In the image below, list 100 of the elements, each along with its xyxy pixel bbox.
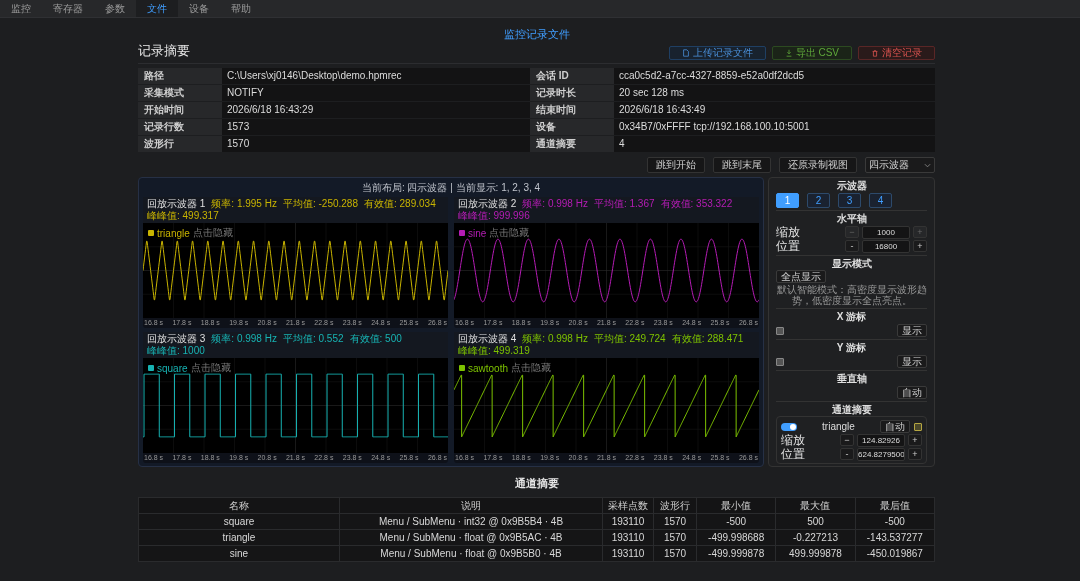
info-label: 开始时间 [138,102,222,118]
table-cell: 1570 [654,546,696,561]
checkbox[interactable] [776,326,784,335]
table-cell: -499.998688 [697,530,776,545]
legend-label[interactable]: triangle [157,227,190,239]
channel-name: triangle [822,421,855,432]
layout-select[interactable]: 四示波器 [865,157,935,173]
auto-button[interactable]: 自动 [897,386,927,399]
tab[interactable]: 监控 [0,0,42,17]
table-cell: 1570 [654,514,696,529]
checkbox[interactable] [914,422,922,431]
clear-button[interactable]: 清空记录 [858,46,935,60]
legend-label[interactable]: sawtooth [468,362,509,374]
export-button[interactable]: 导出 CSV [771,46,852,60]
tab[interactable]: 寄存器 [42,0,94,17]
table-cell: -500 [855,514,934,529]
section-title: Y 游标 [835,342,868,354]
table-cell: 499.999878 [776,546,855,561]
toggle-switch[interactable] [781,422,797,431]
info-value: 2026/6/18 16:43:49 [614,102,935,118]
table-cell: triangle [139,530,339,545]
legend-swatch[interactable] [148,230,154,236]
tab[interactable]: 文件 [136,0,178,17]
table-cell: -143.537277 [855,530,934,545]
scope-title: 回放示波器 1 [147,198,206,210]
stat-text: 峰峰值: 499.317 [147,210,219,222]
increment-button[interactable]: + [913,239,927,252]
increment-button[interactable]: + [908,447,922,460]
decrement-button[interactable]: - [845,239,859,252]
scope-select-button[interactable]: 2 [807,193,830,208]
stat-text: 有效值: 353.322 [660,198,733,210]
stat-text: 频率: 0.998 Hz [211,333,277,345]
section-title: 显示模式 [830,258,873,270]
decrement-button[interactable]: − [840,433,854,446]
field-label: 缩放 [781,431,805,448]
stat-text: 平均值: -250.288 [282,198,358,210]
playback-button[interactable]: 还原录制视图 [779,157,857,173]
field-label: 位置 [781,446,805,463]
info-label: 记录行数 [138,119,222,135]
file-icon [681,49,690,57]
table-cell: Menu / SubMenu · int32 @ 0x9B5B4 · 4B [340,514,602,529]
info-label: 设备 [530,119,614,135]
playback-button[interactable]: 跳到末尾 [713,157,771,173]
stat-text: 平均值: 1.367 [593,198,655,210]
info-label: 会话 ID [530,68,614,84]
auto-button[interactable]: 自动 [880,420,910,433]
checkbox[interactable] [776,357,784,366]
info-label: 波形行 [138,136,222,152]
table-cell: 193110 [603,546,653,561]
scope-title: 回放示波器 3 [147,333,206,345]
legend-swatch[interactable] [148,365,154,371]
layout-info: 当前布局: 四示波器 | 当前显示: 1, 2, 3, 4 [360,181,542,194]
info-label: 采集模式 [138,85,222,101]
legend-swatch[interactable] [459,230,465,236]
info-label: 通道摘要 [530,136,614,152]
info-value: 1573 [222,119,530,135]
column-header: 名称 [139,498,339,513]
upload-button[interactable]: 上传记录文件 [668,46,766,60]
legend-swatch[interactable] [459,365,465,371]
full-points-button[interactable]: 全点显示 [776,270,826,283]
show-button[interactable]: 显示 [897,355,927,368]
page-title: 监控记录文件 [502,27,571,42]
tab[interactable]: 帮助 [220,0,262,17]
caret-icon [924,162,931,168]
info-label: 记录时长 [530,85,614,101]
number-field[interactable]: 124.82926 [857,433,905,447]
playback-button[interactable]: 跳到开始 [647,157,705,173]
scope-select-button[interactable]: 4 [869,193,892,208]
legend-label[interactable]: square [157,362,188,374]
legend-hint: 点击隐藏 [489,226,530,240]
stat-text: 峰峰值: 999.996 [458,210,530,222]
tab[interactable]: 设备 [178,0,220,17]
stat-text: 频率: 0.998 Hz [522,198,588,210]
field-label: 缩放 [776,223,800,240]
stat-text: 峰峰值: 1000 [147,345,205,357]
column-header: 波形行 [654,498,696,513]
tab[interactable]: 参数 [94,0,136,17]
info-label: 结束时间 [530,102,614,118]
section-title: X 游标 [835,311,868,323]
increment-button[interactable]: + [908,433,922,446]
stat-text: 有效值: 500 [349,333,402,345]
scope-select-button[interactable]: 3 [838,193,861,208]
table-cell: 193110 [603,530,653,545]
legend-hint: 点击隐藏 [190,361,231,375]
table-cell: sine [139,546,339,561]
number-field[interactable]: 16800 [862,239,910,253]
column-header: 最大值 [776,498,855,513]
show-button[interactable]: 显示 [897,324,927,337]
decrement-button[interactable]: - [840,447,854,460]
number-field[interactable]: 624.8279500 [857,447,905,461]
section-title: 通道摘要 [830,404,873,416]
table-cell: -0.227213 [776,530,855,545]
scope-title: 回放示波器 2 [458,198,517,210]
section-title: 垂直轴 [835,373,868,385]
column-header: 最后值 [855,498,934,513]
stat-text: 频率: 0.998 Hz [522,333,588,345]
legend-hint: 点击隐藏 [511,361,552,375]
table-cell: square [139,514,339,529]
info-value: 4 [614,136,935,152]
legend-label[interactable]: sine [468,227,487,239]
